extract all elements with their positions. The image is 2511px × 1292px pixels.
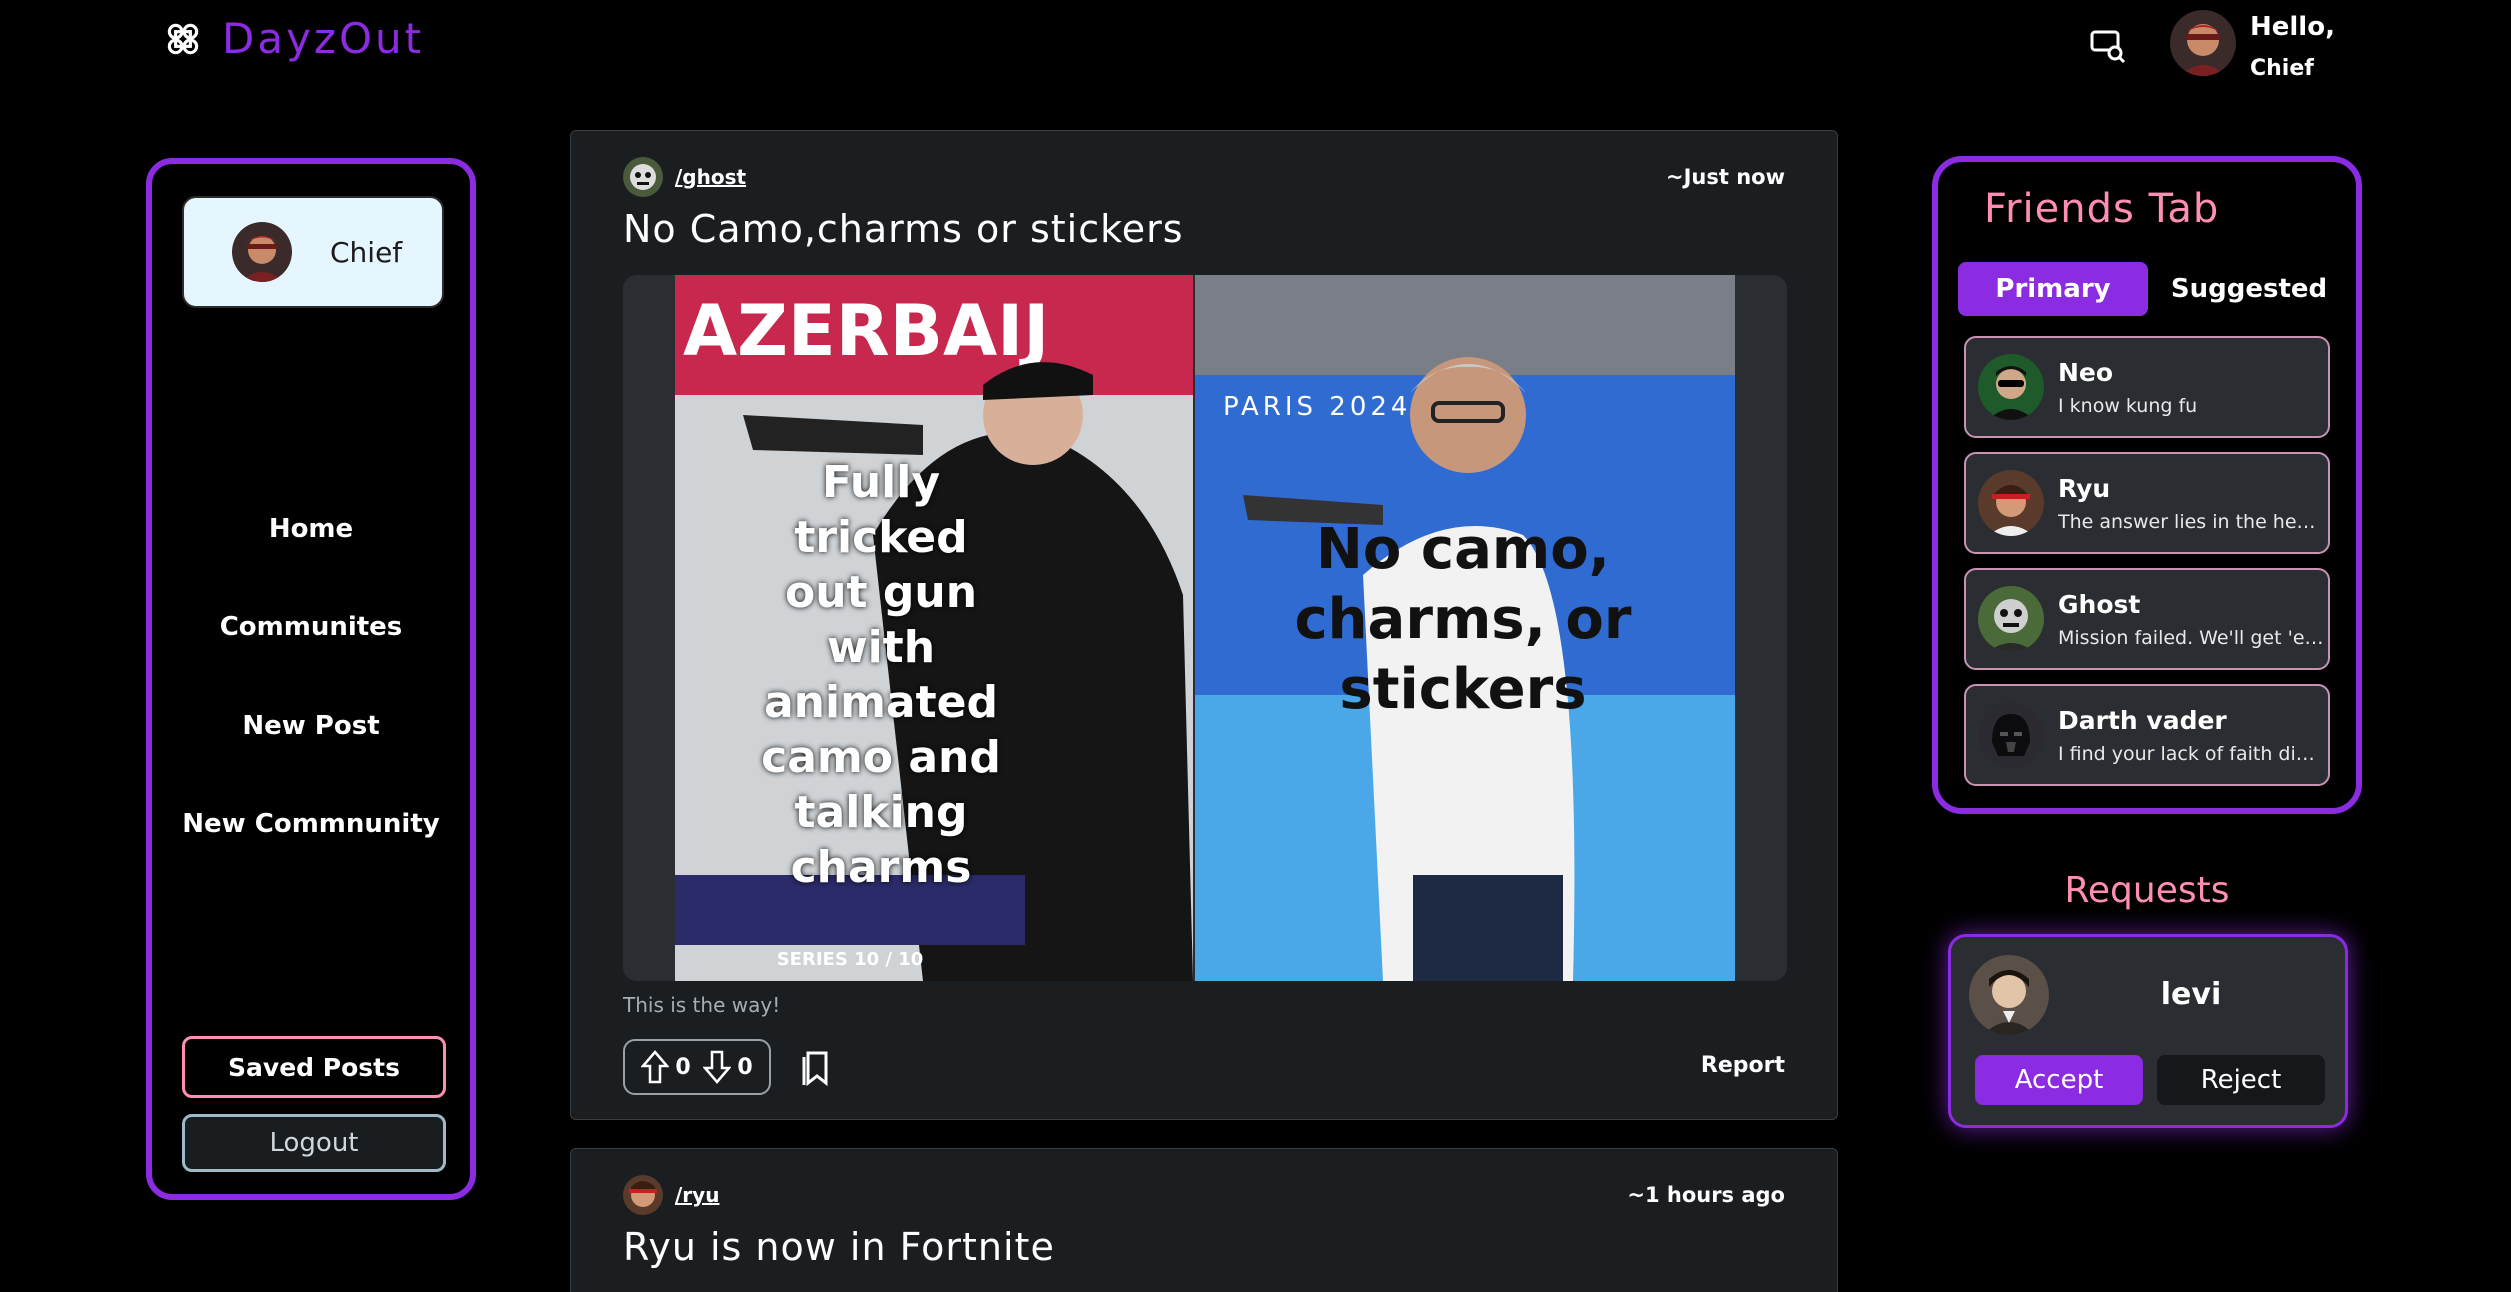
friend-item-ghost[interactable]: Ghost Mission failed. We'll get 'em... xyxy=(1964,568,2330,670)
upvote-count: 0 xyxy=(675,1054,691,1080)
meme-caption-right: No camo, charms, or stickers xyxy=(1294,517,1632,722)
request-card: levi Accept Reject xyxy=(1948,934,2348,1128)
post-image[interactable]: AZERBAIJ SERIES 10 / 10 PARIS 2024 Fully… xyxy=(623,275,1787,981)
post-author[interactable]: /ghost xyxy=(623,157,746,197)
friend-name: Neo xyxy=(2058,357,2114,387)
friend-item-neo[interactable]: Neo I know kung fu xyxy=(1964,336,2330,438)
tab-suggested[interactable]: Suggested xyxy=(2164,262,2334,316)
friend-status: I find your lack of faith dist... xyxy=(2058,742,2324,765)
post-card: /ghost ~Just now No Camo,charms or stick… xyxy=(570,130,1838,1120)
post-title[interactable]: Ryu is now in Fortnite xyxy=(623,1225,1055,1269)
profile-name: Chief xyxy=(330,235,403,269)
request-avatar xyxy=(1969,955,2049,1035)
greeting: Hello, Chief xyxy=(2250,6,2335,90)
profile-card[interactable]: Chief xyxy=(182,196,444,308)
requests-title: Requests xyxy=(2064,870,2230,911)
reject-button[interactable]: Reject xyxy=(2157,1055,2325,1105)
friends-panel: Friends Tab Primary Suggested Neo I know… xyxy=(1932,156,2362,814)
banner-right-text: PARIS 2024 xyxy=(1223,392,1411,422)
arrow-down-icon xyxy=(703,1050,732,1084)
author-avatar xyxy=(623,1175,663,1215)
banner-left-text: AZERBAIJ xyxy=(683,290,1049,372)
friend-status: I know kung fu xyxy=(2058,394,2198,417)
logout-button[interactable]: Logout xyxy=(182,1114,446,1172)
friend-avatar xyxy=(1978,586,2044,652)
nav-new-post[interactable]: New Post xyxy=(152,711,470,741)
friend-avatar xyxy=(1978,702,2044,768)
series-label: SERIES 10 / 10 xyxy=(777,949,924,970)
post-time: ~Just now xyxy=(1666,165,1785,189)
author-username[interactable]: /ryu xyxy=(675,1183,719,1207)
post-author[interactable]: /ryu xyxy=(623,1175,719,1215)
vote-box: 0 0 xyxy=(623,1039,771,1095)
brand-name: DayzOut xyxy=(222,14,425,63)
meme-caption-left: Fully tricked out gun with animated camo… xyxy=(761,457,1001,893)
nav-communities[interactable]: Communites xyxy=(152,612,470,642)
author-avatar xyxy=(623,157,663,197)
friends-title: Friends Tab xyxy=(1984,186,2220,232)
nav-new-community[interactable]: New Commnunity xyxy=(152,809,470,839)
request-name: levi xyxy=(2160,977,2222,1012)
saved-posts-button[interactable]: Saved Posts xyxy=(182,1036,446,1098)
friend-name: Ghost xyxy=(2058,589,2141,619)
post-card: /ryu ~1 hours ago Ryu is now in Fortnite xyxy=(570,1148,1838,1292)
author-username[interactable]: /ghost xyxy=(675,165,746,189)
tab-primary[interactable]: Primary xyxy=(1958,262,2148,316)
user-avatar[interactable] xyxy=(2170,10,2236,76)
brand[interactable]: DayzOut xyxy=(162,14,424,63)
left-sidebar: Chief Home Communites New Post New Commn… xyxy=(146,158,476,1200)
friend-avatar xyxy=(1978,354,2044,420)
accept-button[interactable]: Accept xyxy=(1975,1055,2143,1105)
profile-avatar xyxy=(232,222,292,282)
downvote-count: 0 xyxy=(737,1054,753,1080)
greeting-user: Chief xyxy=(2250,56,2314,81)
post-caption: This is the way! xyxy=(623,993,781,1017)
downvote-button[interactable]: 0 xyxy=(703,1050,753,1084)
friend-item-darth-vader[interactable]: Darth vader I find your lack of faith di… xyxy=(1964,684,2330,786)
greeting-text: Hello, xyxy=(2250,12,2335,42)
friend-status: The answer lies in the heart ... xyxy=(2058,510,2324,533)
upvote-button[interactable]: 0 xyxy=(641,1050,691,1084)
post-time: ~1 hours ago xyxy=(1627,1183,1785,1207)
friend-status: Mission failed. We'll get 'em... xyxy=(2058,626,2324,649)
nav-home[interactable]: Home xyxy=(152,514,470,544)
search-icon[interactable] xyxy=(2088,26,2128,66)
arrow-up-icon xyxy=(641,1050,670,1084)
clover-icon xyxy=(167,23,199,54)
report-button[interactable]: Report xyxy=(1701,1053,1785,1078)
friend-avatar xyxy=(1978,470,2044,536)
friend-name: Darth vader xyxy=(2058,705,2227,735)
bookmark-icon[interactable] xyxy=(799,1049,833,1087)
friend-item-ryu[interactable]: Ryu The answer lies in the heart ... xyxy=(1964,452,2330,554)
friend-name: Ryu xyxy=(2058,473,2111,503)
post-title[interactable]: No Camo,charms or stickers xyxy=(623,207,1184,251)
